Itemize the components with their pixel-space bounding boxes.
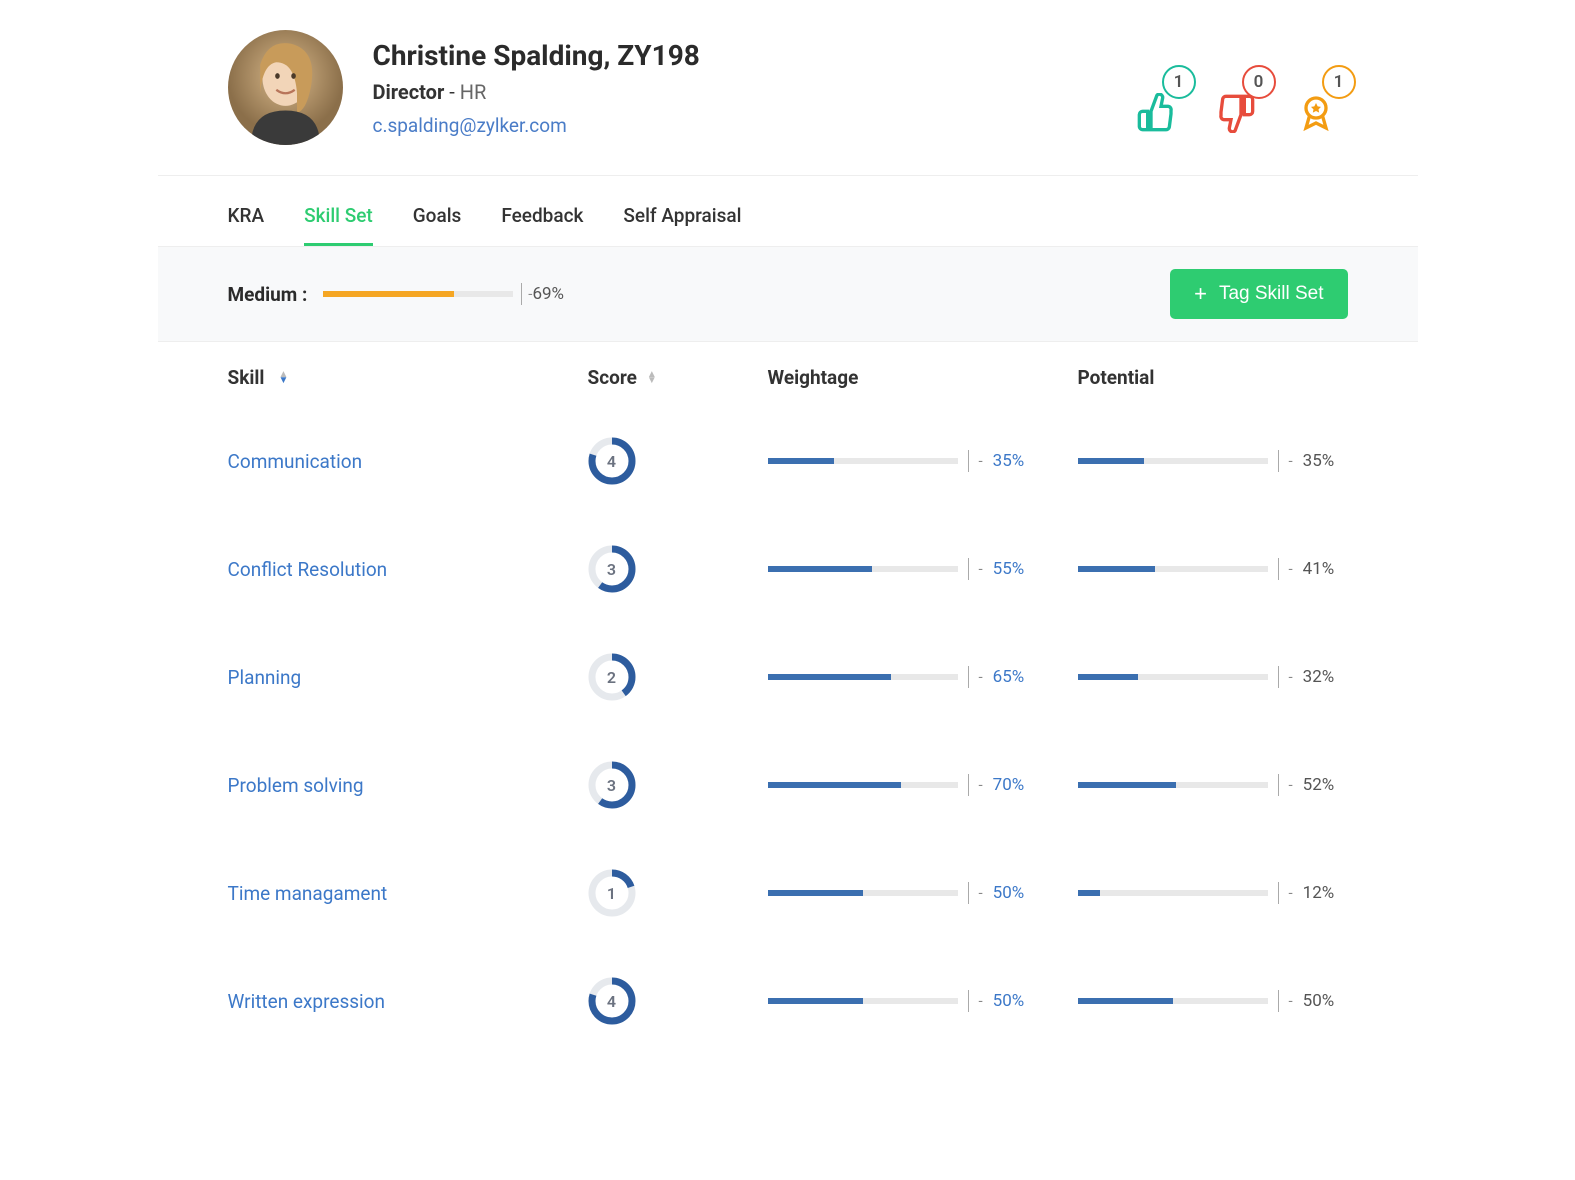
controls-bar: Medium : - 69% + Tag Skill Set bbox=[158, 246, 1418, 342]
table-row: Written expression 4 -50%-50% bbox=[228, 947, 1348, 1055]
table-row: Communication 4 -35%-35% bbox=[228, 407, 1348, 515]
medium-tick bbox=[521, 283, 522, 305]
profile-name: Christine Spalding, ZY198 bbox=[373, 39, 1348, 72]
table-header: Skill ▲▼ Score ▲▼ Weightage Potential bbox=[228, 342, 1348, 407]
score-value: 4 bbox=[588, 437, 636, 485]
thumbs-down-icon bbox=[1214, 91, 1258, 135]
potential-value: 52% bbox=[1303, 775, 1335, 795]
weightage-value: 35% bbox=[993, 451, 1025, 471]
potential-value: 50% bbox=[1303, 991, 1335, 1011]
table-row: Planning 2 -65%-32% bbox=[228, 623, 1348, 731]
profile-role: Director bbox=[373, 80, 445, 104]
thumbs-down-count: 0 bbox=[1242, 65, 1276, 99]
medium-percent: 69% bbox=[532, 284, 564, 304]
weightage-bar: -50% bbox=[768, 882, 1078, 904]
table-row: Conflict Resolution 3 -55%-41% bbox=[228, 515, 1348, 623]
sort-icon: ▲▼ bbox=[278, 372, 288, 384]
thumbs-up-count: 1 bbox=[1162, 65, 1196, 99]
potential-value: 12% bbox=[1303, 883, 1335, 903]
weightage-bar: -35% bbox=[768, 450, 1078, 472]
skill-link[interactable]: Communication bbox=[228, 450, 363, 473]
weightage-value: 65% bbox=[993, 667, 1025, 687]
potential-bar: -50% bbox=[1078, 990, 1348, 1012]
weightage-value: 70% bbox=[993, 775, 1025, 795]
tab-kra[interactable]: KRA bbox=[228, 204, 265, 246]
skill-link[interactable]: Written expression bbox=[228, 990, 386, 1013]
plus-icon: + bbox=[1194, 281, 1207, 307]
table-row: Time managament 1 -50%-12% bbox=[228, 839, 1348, 947]
weightage-bar: -50% bbox=[768, 990, 1078, 1012]
score-value: 1 bbox=[588, 869, 636, 917]
potential-bar: -35% bbox=[1078, 450, 1348, 472]
score-value: 3 bbox=[588, 761, 636, 809]
tabs: KRA Skill Set Goals Feedback Self Apprai… bbox=[158, 176, 1418, 246]
profile-header: Christine Spalding, ZY198 Director - HR … bbox=[158, 30, 1418, 176]
potential-bar: -52% bbox=[1078, 774, 1348, 796]
weightage-bar: -55% bbox=[768, 558, 1078, 580]
tab-skill-set[interactable]: Skill Set bbox=[304, 204, 373, 246]
score-donut: 4 bbox=[588, 437, 636, 485]
medium-progress bbox=[323, 291, 513, 297]
potential-value: 32% bbox=[1303, 667, 1335, 687]
potential-bar: -32% bbox=[1078, 666, 1348, 688]
skill-link[interactable]: Time managament bbox=[228, 882, 388, 905]
score-value: 3 bbox=[588, 545, 636, 593]
thumbs-up-icon bbox=[1134, 91, 1178, 135]
thumbs-up-button[interactable]: 1 bbox=[1134, 91, 1178, 135]
score-donut: 1 bbox=[588, 869, 636, 917]
tag-btn-label: Tag Skill Set bbox=[1219, 283, 1324, 305]
col-weightage: Weightage bbox=[768, 366, 1078, 389]
potential-bar: -41% bbox=[1078, 558, 1348, 580]
skill-link[interactable]: Conflict Resolution bbox=[228, 558, 388, 581]
score-value: 4 bbox=[588, 977, 636, 1025]
sort-icon: ▲▼ bbox=[647, 372, 657, 384]
score-value: 2 bbox=[588, 653, 636, 701]
score-donut: 3 bbox=[588, 761, 636, 809]
award-count: 1 bbox=[1322, 65, 1356, 99]
weightage-value: 50% bbox=[993, 991, 1025, 1011]
score-donut: 4 bbox=[588, 977, 636, 1025]
weightage-value: 55% bbox=[993, 559, 1025, 579]
skill-link[interactable]: Planning bbox=[228, 666, 302, 689]
potential-value: 35% bbox=[1303, 451, 1335, 471]
potential-bar: -12% bbox=[1078, 882, 1348, 904]
tag-skill-set-button[interactable]: + Tag Skill Set bbox=[1170, 269, 1347, 319]
tab-goals[interactable]: Goals bbox=[413, 204, 462, 246]
medium-label: Medium : bbox=[228, 283, 308, 306]
skill-link[interactable]: Problem solving bbox=[228, 774, 364, 797]
award-icon bbox=[1294, 91, 1338, 135]
tab-self-appraisal[interactable]: Self Appraisal bbox=[623, 204, 741, 246]
weightage-value: 50% bbox=[993, 883, 1025, 903]
weightage-bar: -70% bbox=[768, 774, 1078, 796]
table-row: Problem solving 3 -70%-52% bbox=[228, 731, 1348, 839]
col-potential: Potential bbox=[1078, 366, 1348, 389]
skills-table: Skill ▲▼ Score ▲▼ Weightage Potential Co… bbox=[158, 342, 1418, 1055]
award-button[interactable]: 1 bbox=[1294, 91, 1338, 135]
col-score[interactable]: Score ▲▼ bbox=[588, 366, 768, 389]
profile-dept: HR bbox=[460, 80, 487, 104]
reactions: 1 0 1 bbox=[1134, 91, 1338, 135]
col-skill[interactable]: Skill ▲▼ bbox=[228, 366, 588, 389]
avatar-image bbox=[228, 30, 343, 145]
score-donut: 2 bbox=[588, 653, 636, 701]
weightage-bar: -65% bbox=[768, 666, 1078, 688]
avatar[interactable] bbox=[228, 30, 343, 145]
score-donut: 3 bbox=[588, 545, 636, 593]
potential-value: 41% bbox=[1303, 559, 1335, 579]
thumbs-down-button[interactable]: 0 bbox=[1214, 91, 1258, 135]
tab-feedback[interactable]: Feedback bbox=[501, 204, 583, 246]
